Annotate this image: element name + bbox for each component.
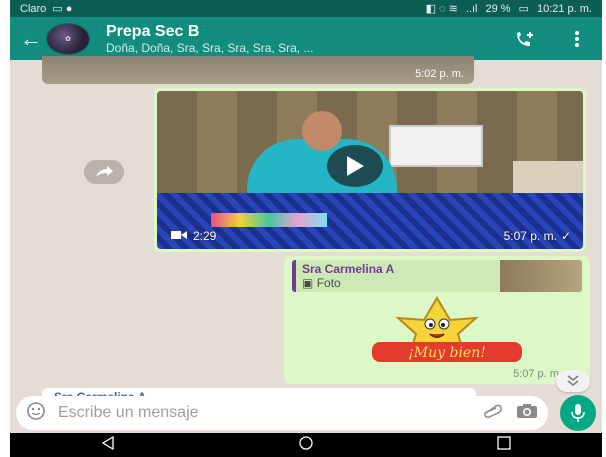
- chat-title-area[interactable]: Prepa Sec B Doña, Doña, Sra, Sra, Sra, S…: [106, 23, 514, 55]
- previous-media-thumbnail: [42, 56, 474, 84]
- photo-icon: ▣: [302, 276, 314, 290]
- previous-media-message[interactable]: 5:02 p. m.: [42, 56, 474, 84]
- carrier-label: Claro: [20, 2, 47, 15]
- quoted-photo-thumbnail: [500, 260, 582, 292]
- microphone-icon[interactable]: [560, 395, 596, 431]
- quoted-kind: Foto: [316, 276, 341, 290]
- chat-header: ← ✿ Prepa Sec B Doña, Doña, Sra, Sra, Sr…: [10, 17, 602, 60]
- composer-bar: Escribe un mensaje: [10, 393, 602, 433]
- video-thumbnail[interactable]: 2:29 5:07 p. m. ✓: [157, 91, 583, 249]
- video-message[interactable]: 2:29 5:07 p. m. ✓: [154, 88, 586, 252]
- nav-back-icon[interactable]: [101, 435, 115, 455]
- group-avatar[interactable]: ✿: [46, 22, 90, 55]
- video-camera-icon: [171, 229, 187, 243]
- sticker-text: ¡Muy bien!: [408, 345, 486, 361]
- chat-area[interactable]: 5:02 p. m. 2:29 5:07 p. m. ✓ Sra Carmeli…: [10, 56, 602, 408]
- battery-icon: ▭: [518, 3, 529, 15]
- status-bar: Claro ▭ ● ◧ ◌ ≋ ..ıl 29 % ▭ 10:21 p. m.: [10, 0, 602, 17]
- play-icon[interactable]: [327, 145, 383, 187]
- phone-screen: Claro ▭ ● ◧ ◌ ≋ ..ıl 29 % ▭ 10:21 p. m. …: [10, 0, 602, 457]
- group-name: Prepa Sec B: [106, 22, 200, 40]
- double-chevron-down-icon[interactable]: [556, 370, 590, 392]
- nav-recents-icon[interactable]: [496, 435, 511, 455]
- forward-icon[interactable]: [84, 160, 124, 184]
- group-members: Doña, Doña, Sra, Sra, Sra, Sra, Sra, ...: [106, 40, 314, 55]
- message-input-container[interactable]: Escribe un mensaje: [16, 396, 548, 430]
- system-icons: ◧ ◌ ≋: [425, 3, 458, 15]
- message-time: 5:07 p. m.: [513, 368, 562, 380]
- nav-home-icon[interactable]: [298, 435, 314, 456]
- battery-label: 29 %: [485, 2, 511, 15]
- clock: 10:21 p. m.: [536, 2, 592, 15]
- camera-icon[interactable]: [516, 403, 538, 424]
- message-input[interactable]: Escribe un mensaje: [58, 404, 470, 422]
- message-time: 5:07 p. m.: [503, 229, 557, 243]
- emoji-icon[interactable]: [26, 401, 46, 426]
- star-sticker[interactable]: ¡Muy bien!: [332, 296, 542, 364]
- quoted-message[interactable]: Sra Carmelina A ▣ Foto: [292, 260, 582, 292]
- signal-indicator: ..ıl: [465, 2, 478, 15]
- arrow-left-icon[interactable]: ←: [20, 26, 42, 52]
- sticker-reply-message[interactable]: Sra Carmelina A ▣ Foto ¡Muy bien! 5:07 p…: [284, 256, 590, 384]
- check-icon: ✓: [560, 229, 571, 243]
- add-call-icon[interactable]: [514, 30, 536, 48]
- paperclip-icon[interactable]: [482, 404, 504, 423]
- message-time: 5:02 p. m.: [415, 68, 464, 80]
- video-duration: 2:29: [193, 229, 217, 243]
- notification-icons: ▭ ●: [52, 3, 73, 15]
- system-navigation-bar: [10, 433, 602, 457]
- more-vert-icon[interactable]: [574, 30, 580, 48]
